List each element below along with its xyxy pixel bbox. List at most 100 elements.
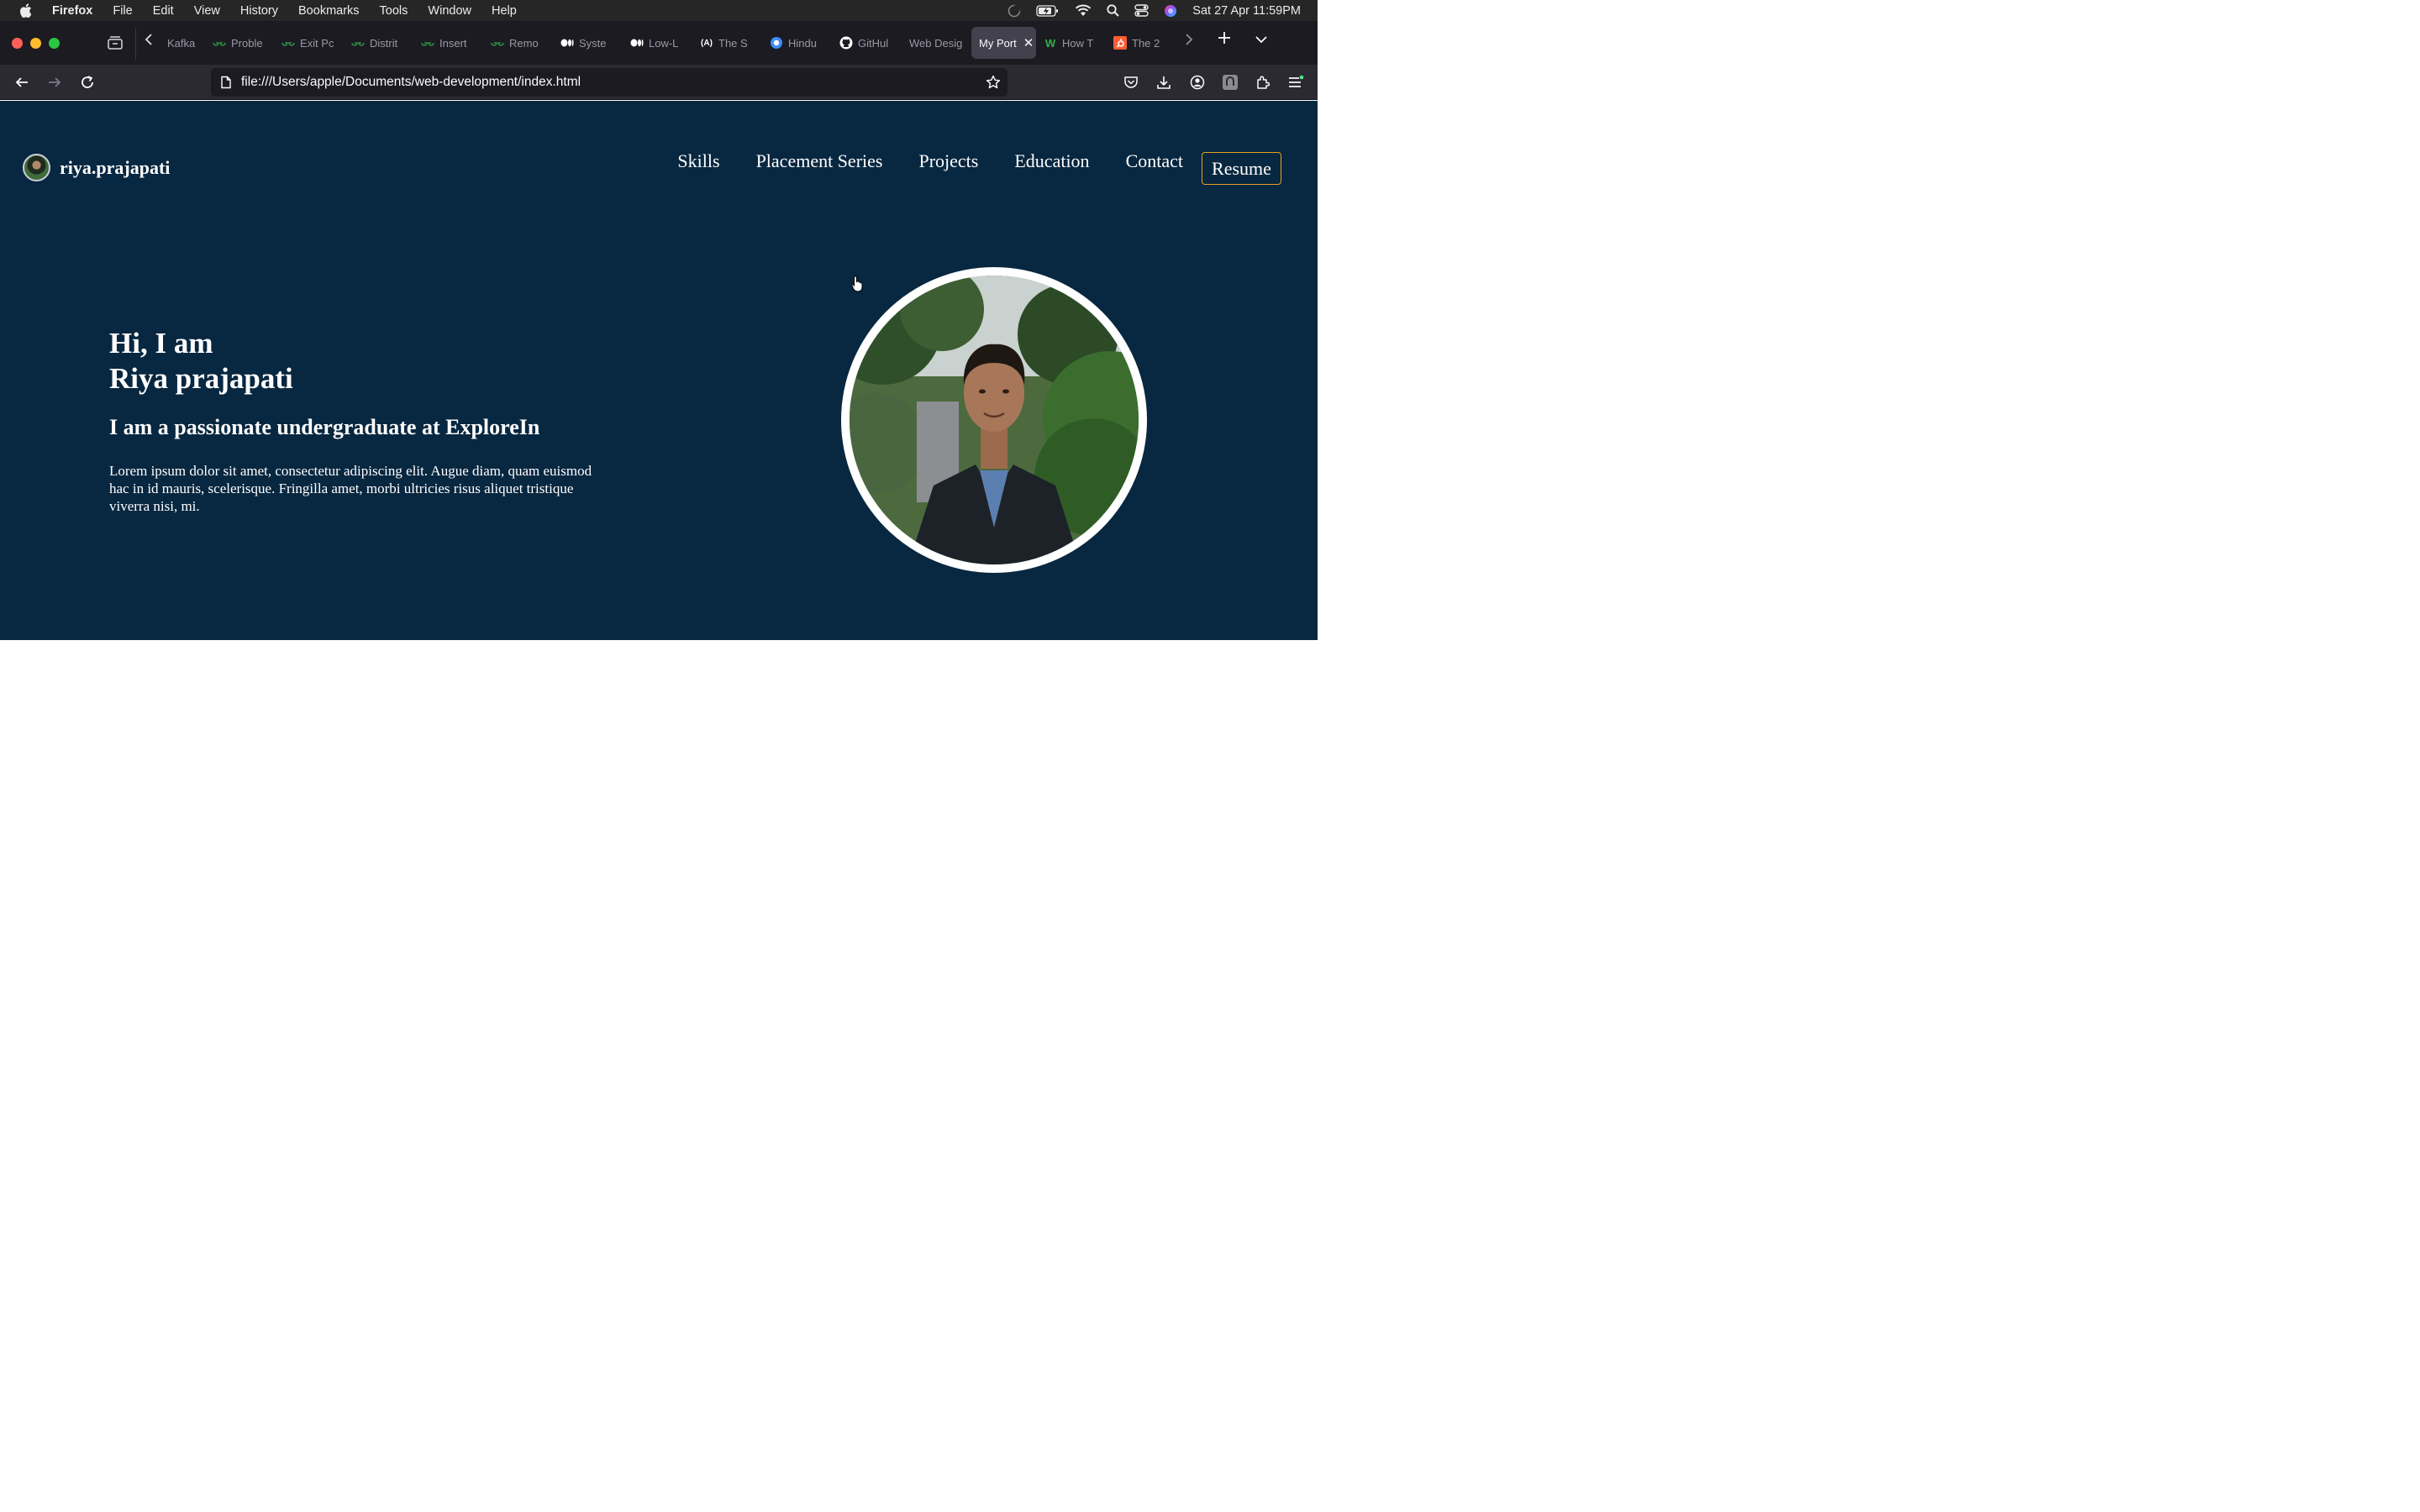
tab-label: My Port xyxy=(979,36,1017,50)
avatar xyxy=(23,154,50,181)
tab-label: Syste xyxy=(579,36,607,50)
profile-photo xyxy=(841,267,1147,573)
tab-my-portfolio[interactable]: My Port ✕ xyxy=(971,27,1036,59)
address-bar[interactable] xyxy=(211,68,1007,97)
tab-how-to[interactable]: W How T xyxy=(1036,27,1106,59)
tab-insert[interactable]: Insert xyxy=(413,27,483,59)
site-navigation: Skills Placement Series Projects Educati… xyxy=(677,150,1183,172)
list-all-tabs-icon[interactable] xyxy=(1255,33,1268,50)
hero-subtitle: I am a passionate undergraduate at Explo… xyxy=(109,415,540,439)
nav-link-projects[interactable]: Projects xyxy=(918,150,978,172)
hero-description: Lorem ipsum dolor sit amet, consectetur … xyxy=(109,463,592,514)
gfg-icon xyxy=(351,36,365,50)
wellfound-icon: W xyxy=(1044,36,1056,50)
tab-divider xyxy=(135,28,136,60)
wifi-icon[interactable] xyxy=(1075,4,1092,17)
tab-label: Insert xyxy=(439,36,467,50)
tab-label: The S xyxy=(718,36,748,50)
tab-label: Exit Pc xyxy=(300,36,334,50)
downloads-icon[interactable] xyxy=(1154,72,1174,92)
extensions-puzzle-icon[interactable] xyxy=(1253,72,1273,92)
extension-badge-icon[interactable] xyxy=(1220,72,1240,92)
medium-icon xyxy=(560,36,574,50)
battery-charging-icon[interactable] xyxy=(1036,4,1060,17)
apple-menu-icon[interactable] xyxy=(8,3,42,18)
bookmark-star-icon[interactable] xyxy=(986,75,1001,94)
medium-icon xyxy=(630,36,644,50)
nav-link-education[interactable]: Education xyxy=(1014,150,1089,172)
navigation-toolbar xyxy=(0,65,1318,100)
menu-app-firefox[interactable]: Firefox xyxy=(42,4,103,18)
zoom-window-button[interactable] xyxy=(49,37,60,49)
menu-history[interactable]: History xyxy=(230,4,288,18)
nav-link-skills[interactable]: Skills xyxy=(677,150,719,172)
close-window-button[interactable] xyxy=(12,37,23,49)
github-icon xyxy=(839,36,853,50)
close-tab-icon[interactable]: ✕ xyxy=(1023,35,1034,50)
hero-name: Riya prajapati xyxy=(109,362,293,395)
nav-link-placement-series[interactable]: Placement Series xyxy=(756,150,883,172)
siri-icon[interactable] xyxy=(1164,4,1177,18)
control-center-icon[interactable] xyxy=(1134,4,1149,17)
tab-label: Hindu xyxy=(788,36,817,50)
nav-link-contact[interactable]: Contact xyxy=(1126,150,1183,172)
tab-remove[interactable]: Remo xyxy=(483,27,553,59)
tab-hindu[interactable]: Hindu xyxy=(762,27,832,59)
gfg-icon xyxy=(491,36,504,50)
menubar-clock[interactable]: Sat 27 Apr 11:59PM xyxy=(1192,4,1301,18)
tab-label: How T xyxy=(1062,36,1094,50)
circle-icon xyxy=(770,36,783,50)
resume-button[interactable]: Resume xyxy=(1202,152,1281,185)
menu-edit[interactable]: Edit xyxy=(143,4,184,18)
tab-system[interactable]: Syste xyxy=(553,27,623,59)
macos-menu-bar: Firefox File Edit View History Bookmarks… xyxy=(0,0,1318,21)
gfg-icon xyxy=(281,36,295,50)
focus-moon-icon[interactable] xyxy=(1007,4,1021,18)
browser-tab-strip: Kafka Proble Exit Pc Distrit Insert Remo… xyxy=(0,21,1318,65)
tab-scroll-left-icon[interactable] xyxy=(145,33,153,50)
reload-button[interactable] xyxy=(77,72,97,92)
tab-the-2[interactable]: The 2 xyxy=(1106,27,1176,59)
gfg-icon xyxy=(213,36,226,50)
tab-web-design[interactable]: Web Desig xyxy=(902,27,971,59)
tab-label: Web Desig xyxy=(909,36,963,50)
menu-bookmarks[interactable]: Bookmarks xyxy=(288,4,370,18)
tab-scroll-right-icon[interactable] xyxy=(1185,33,1193,50)
page-icon[interactable] xyxy=(219,76,233,89)
forward-button[interactable] xyxy=(45,72,65,92)
tab-label: Proble xyxy=(231,36,263,50)
menu-window[interactable]: Window xyxy=(418,4,481,18)
hand-cursor-icon xyxy=(851,276,865,292)
tab-list: Kafka Proble Exit Pc Distrit Insert Remo… xyxy=(164,27,1176,59)
tab-kafka[interactable]: Kafka xyxy=(164,27,205,59)
tab-label: Remo xyxy=(509,36,539,50)
url-input[interactable] xyxy=(241,75,964,90)
tab-label: GitHul xyxy=(858,36,889,50)
new-tab-button[interactable] xyxy=(1217,30,1232,49)
tab-label: The 2 xyxy=(1132,36,1160,50)
back-button[interactable] xyxy=(12,72,32,92)
spotlight-search-icon[interactable] xyxy=(1107,4,1120,17)
account-icon[interactable] xyxy=(1187,72,1207,92)
hubspot-icon xyxy=(1113,36,1127,50)
tab-the-s[interactable]: (A) The S xyxy=(692,27,762,59)
tab-exit[interactable]: Exit Pc xyxy=(274,27,344,59)
menu-file[interactable]: File xyxy=(103,4,142,18)
tab-github[interactable]: GitHul xyxy=(832,27,902,59)
gfg-icon xyxy=(421,36,434,50)
code-icon: (A) xyxy=(701,38,713,48)
tab-problem[interactable]: Proble xyxy=(205,27,274,59)
site-brand[interactable]: riya.prajapati xyxy=(23,154,170,181)
tab-label: Low-L xyxy=(649,36,679,50)
menu-view[interactable]: View xyxy=(184,4,230,18)
minimize-window-button[interactable] xyxy=(30,37,41,49)
menu-help[interactable]: Help xyxy=(481,4,527,18)
app-menu-icon[interactable] xyxy=(1286,72,1306,92)
tab-low-level[interactable]: Low-L xyxy=(623,27,692,59)
tab-overview-icon[interactable] xyxy=(106,34,124,52)
pocket-icon[interactable] xyxy=(1121,72,1141,92)
tab-distributed[interactable]: Distrit xyxy=(344,27,413,59)
portfolio-page: riya.prajapati Skills Placement Series P… xyxy=(0,101,1318,640)
tab-label: Distrit xyxy=(370,36,398,50)
menu-tools[interactable]: Tools xyxy=(370,4,418,18)
